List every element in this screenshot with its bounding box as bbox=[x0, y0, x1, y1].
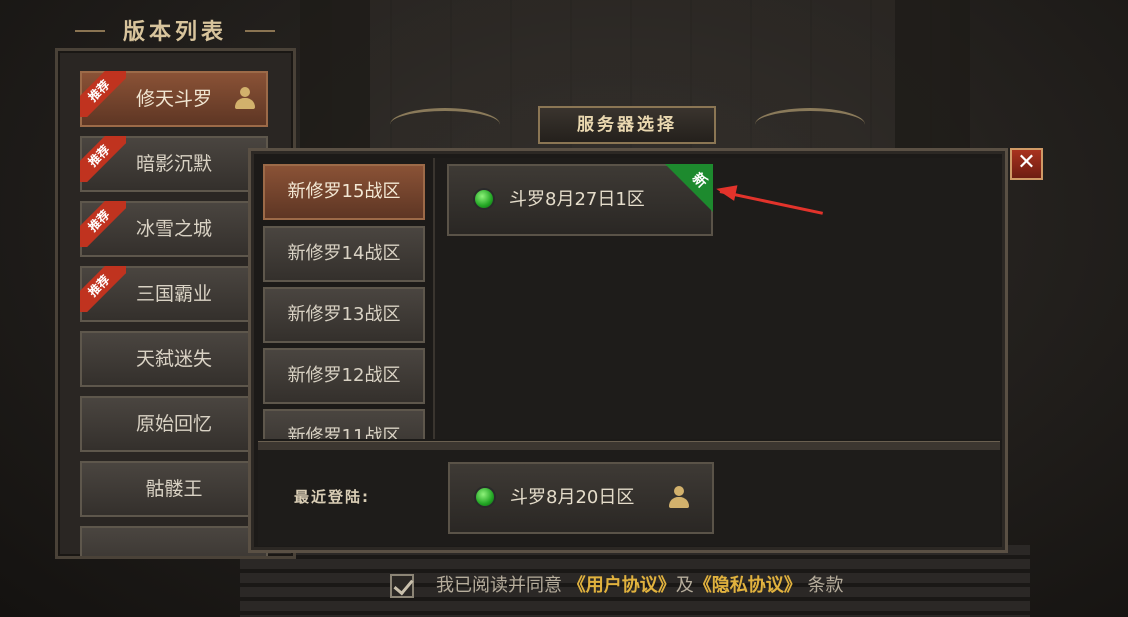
version-list-title: 版本列表 bbox=[60, 14, 290, 46]
dragon-ornament-left bbox=[390, 108, 500, 141]
version-item-0[interactable]: 推荐 修天斗罗 bbox=[80, 71, 268, 127]
recent-login-row: 最近登陆: 斗罗8月20日区 bbox=[258, 450, 1000, 546]
recommend-badge: 推荐 bbox=[80, 71, 126, 117]
version-item-7[interactable] bbox=[80, 526, 268, 556]
zone-tabs: 新修罗15战区 新修罗14战区 新修罗13战区 新修罗12战区 新修罗11战区 bbox=[263, 164, 425, 439]
zone-tab-0[interactable]: 新修罗15战区 bbox=[263, 164, 425, 220]
close-icon: ✕ bbox=[1017, 150, 1036, 175]
server-list: 斗罗8月27日1区 新 bbox=[433, 158, 1002, 439]
online-status-icon bbox=[475, 190, 493, 208]
zone-tab-2[interactable]: 新修罗13战区 bbox=[263, 287, 425, 343]
online-status-icon bbox=[476, 488, 494, 506]
version-item-label: 修天斗罗 bbox=[135, 88, 212, 110]
version-item-label: 冰雪之城 bbox=[135, 218, 212, 240]
version-item-3[interactable]: 推荐 三国霸业 bbox=[80, 266, 268, 322]
version-item-4[interactable]: 天弑迷失 bbox=[80, 331, 268, 387]
dialog-title: 服务器选择 bbox=[538, 106, 716, 144]
version-item-5[interactable]: 原始回忆 bbox=[80, 396, 268, 452]
server-label: 斗罗8月27日1区 bbox=[509, 189, 645, 210]
version-item-1[interactable]: 推荐 暗影沉默 bbox=[80, 136, 268, 192]
server-label: 斗罗8月20日区 bbox=[510, 487, 635, 508]
zone-tab-4[interactable]: 新修罗11战区 bbox=[263, 409, 425, 439]
recommend-badge: 推荐 bbox=[80, 136, 126, 182]
version-item-label: 原始回忆 bbox=[135, 413, 212, 435]
recent-server-button[interactable]: 斗罗8月20日区 bbox=[448, 462, 714, 534]
new-badge: 新 bbox=[665, 164, 713, 212]
user-icon bbox=[668, 486, 690, 510]
version-item-label: 三国霸业 bbox=[135, 283, 212, 305]
server-button-0[interactable]: 斗罗8月27日1区 新 bbox=[447, 164, 713, 236]
version-item-6[interactable]: 骷髅王 bbox=[80, 461, 268, 517]
dragon-ornament-right bbox=[755, 108, 865, 141]
user-agreement-link[interactable]: 《用户协议》 bbox=[568, 575, 676, 596]
version-item-label: 骷髅王 bbox=[145, 478, 203, 500]
user-icon bbox=[234, 87, 256, 111]
version-item-2[interactable]: 推荐 冰雪之城 bbox=[80, 201, 268, 257]
zone-tab-3[interactable]: 新修罗12战区 bbox=[263, 348, 425, 404]
recommend-badge: 推荐 bbox=[80, 266, 126, 312]
recommend-badge: 推荐 bbox=[80, 201, 126, 247]
agreement-text: 我已阅读并同意 《用户协议》及《隐私协议》 条款 bbox=[436, 575, 844, 596]
privacy-agreement-link[interactable]: 《隐私协议》 bbox=[694, 575, 802, 596]
agreement-checkbox[interactable] bbox=[390, 574, 414, 598]
version-item-label: 暗影沉默 bbox=[135, 153, 212, 175]
zone-tab-1[interactable]: 新修罗14战区 bbox=[263, 226, 425, 282]
dialog-title-bar: 服务器选择 bbox=[390, 100, 865, 150]
recent-login-label: 最近登陆: bbox=[294, 488, 370, 506]
close-button[interactable]: ✕ bbox=[1010, 148, 1043, 180]
version-item-label: 天弑迷失 bbox=[135, 348, 212, 370]
